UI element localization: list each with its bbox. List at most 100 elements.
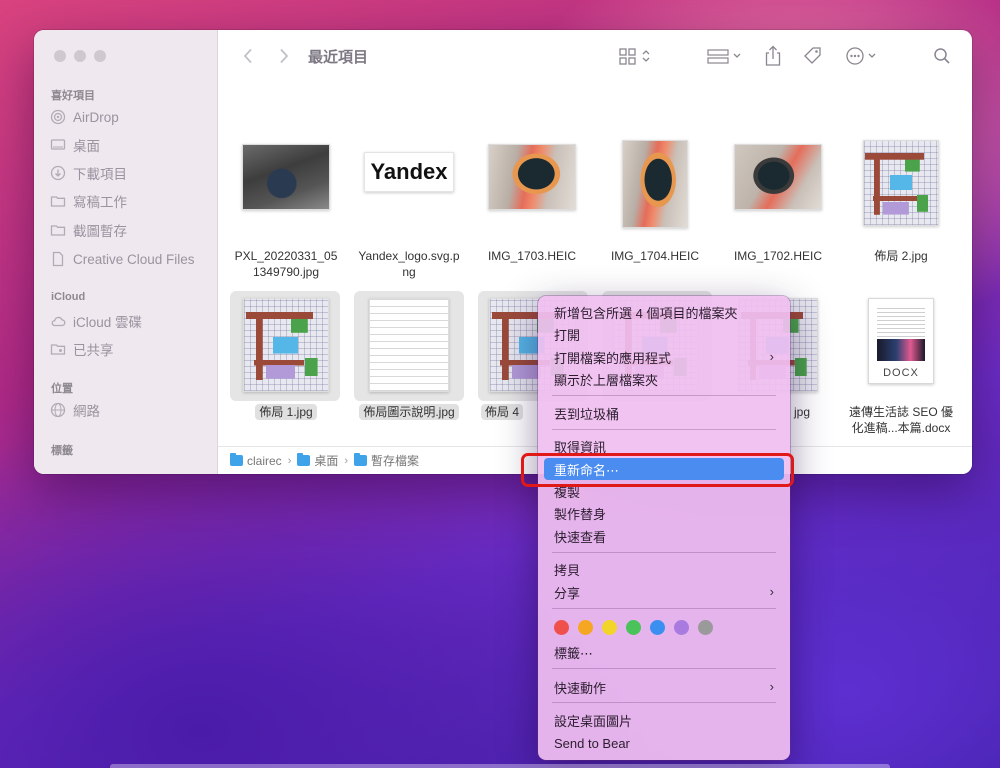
path-segment[interactable]: 桌面 <box>297 452 338 469</box>
back-button[interactable] <box>240 45 256 67</box>
file-thumbnail <box>243 298 329 392</box>
tag-icon <box>804 47 821 64</box>
sidebar-item-label: 截圖暫存 <box>73 224 127 239</box>
desktop-icon <box>50 139 66 150</box>
sidebar-item-label: AirDrop <box>73 109 119 125</box>
more-actions-button[interactable] <box>844 45 884 67</box>
sidebar-item-network[interactable]: 網路 <box>50 398 210 422</box>
file-item[interactable]: IMG_1702.HEIC <box>722 144 834 284</box>
minimize-button[interactable] <box>74 50 86 62</box>
file-item[interactable]: Yandex Yandex_logo.svg.p ng <box>353 144 465 284</box>
menu-item-open-with[interactable]: 打開檔案的應用程式 › <box>544 346 784 368</box>
chevron-right-icon <box>280 48 289 64</box>
sidebar-item-shared[interactable]: 已共享 <box>50 337 210 361</box>
file-thumbnail <box>488 144 576 210</box>
file-item[interactable]: IMG_1704.HEIC <box>599 140 711 284</box>
menu-item-share[interactable]: 分享 › <box>544 581 784 603</box>
file-name: PXL_20220331_05 1349790.jpg <box>234 249 338 279</box>
cloud-icon <box>51 316 66 327</box>
menu-item-new-folder-with-selection[interactable]: 新增包含所選 4 個項目的檔案夾 <box>544 301 784 323</box>
file-item[interactable]: PXL_20220331_05 1349790.jpg <box>230 144 342 284</box>
menu-separator <box>552 552 776 553</box>
tag-purple-dot[interactable] <box>674 620 689 635</box>
tag-gray-dot[interactable] <box>698 620 713 635</box>
menu-separator <box>552 668 776 669</box>
close-button[interactable] <box>54 50 66 62</box>
forward-button[interactable] <box>276 45 292 67</box>
dock-edge <box>110 764 890 768</box>
sidebar-section-locations: 位置 <box>51 383 73 395</box>
file-name: IMG_1704.HEIC <box>610 249 700 263</box>
annotation-highlight-box <box>521 453 794 487</box>
file-item[interactable]: IMG_1703.HEIC <box>476 144 588 284</box>
zoom-button[interactable] <box>94 50 106 62</box>
tag-blue-dot[interactable] <box>650 620 665 635</box>
group-icon <box>707 49 741 64</box>
tag-orange-dot[interactable] <box>578 620 593 635</box>
sidebar-item-desktop[interactable]: 桌面 <box>50 133 210 157</box>
path-segment[interactable]: 暫存檔案 <box>354 452 419 469</box>
folder-icon <box>50 225 66 236</box>
chevron-right-icon: › <box>769 584 774 599</box>
download-icon <box>50 165 66 181</box>
file-name: Yandex_logo.svg.p ng <box>358 249 460 279</box>
tag-green-dot[interactable] <box>626 620 641 635</box>
menu-item-make-alias[interactable]: 製作替身 <box>544 502 784 524</box>
view-mode-button[interactable] <box>616 45 656 67</box>
file-thumbnail: Yandex <box>364 152 454 192</box>
file-item[interactable]: 佈局 2.jpg <box>845 140 957 284</box>
sidebar-section-tags: 標籤 <box>51 445 73 457</box>
sidebar-item-creative-cloud[interactable]: Creative Cloud Files <box>50 247 210 271</box>
context-menu: 新增包含所選 4 個項目的檔案夾 打開 打開檔案的應用程式 › 顯示於上層檔案夾 … <box>538 296 790 760</box>
menu-item-tags[interactable]: 標籤⋯ <box>544 641 784 663</box>
chevron-left-icon <box>243 48 252 64</box>
sidebar-item-writing[interactable]: 寫稿工作 <box>50 189 210 213</box>
search-icon <box>934 48 950 64</box>
file-thumbnail <box>242 144 330 210</box>
menu-item-set-desktop-picture[interactable]: 設定桌面圖片 <box>544 709 784 731</box>
menu-item-copy[interactable]: 拷貝 <box>544 558 784 580</box>
sidebar-item-label: 桌面 <box>73 139 100 154</box>
menu-separator <box>552 395 776 396</box>
file-item[interactable]: DOCX 遠傳生活誌 SEO 優化進稿...本篇.docx <box>845 298 957 435</box>
share-button[interactable] <box>762 45 784 67</box>
window-controls <box>54 50 106 62</box>
group-button[interactable] <box>704 45 748 67</box>
file-name: 佈局 2.jpg <box>874 249 928 263</box>
yandex-logo: Yandex <box>370 159 448 184</box>
file-name: 佈局 1.jpg <box>226 404 346 420</box>
tag-color-picker <box>554 620 713 635</box>
sidebar: 喜好項目 AirDrop 桌面 下載項目 寫稿工作 截圖暫存 Creative … <box>34 30 218 474</box>
shared-folder-icon <box>50 344 66 355</box>
file-thumbnail <box>863 140 939 226</box>
file-item[interactable]: 佈局 1.jpg <box>230 298 342 428</box>
sidebar-item-screenshots[interactable]: 截圖暫存 <box>50 218 210 242</box>
sidebar-section-favorites: 喜好項目 <box>51 90 95 102</box>
path-segment[interactable]: clairec <box>230 453 282 468</box>
tag-yellow-dot[interactable] <box>602 620 617 635</box>
folder-icon <box>354 453 368 466</box>
menu-item-move-to-trash[interactable]: 丟到垃圾桶 <box>544 402 784 424</box>
docx-badge: DOCX <box>883 367 919 379</box>
menu-item-open[interactable]: 打開 <box>544 323 784 345</box>
tag-red-dot[interactable] <box>554 620 569 635</box>
sidebar-item-icloud-drive[interactable]: iCloud 雲碟 <box>50 309 210 333</box>
chevron-right-icon: › <box>769 679 774 694</box>
globe-icon <box>50 402 66 418</box>
file-name: IMG_1703.HEIC <box>487 249 577 263</box>
menu-item-quick-actions[interactable]: 快速動作 › <box>544 676 784 698</box>
airdrop-icon <box>50 109 66 125</box>
tag-button[interactable] <box>802 45 824 67</box>
sidebar-section-icloud: iCloud <box>51 291 86 303</box>
sidebar-item-label: 網路 <box>73 404 100 419</box>
menu-item-quick-look[interactable]: 快速查看 <box>544 525 784 547</box>
sidebar-item-downloads[interactable]: 下載項目 <box>50 161 210 185</box>
menu-item-show-in-enclosing-folder[interactable]: 顯示於上層檔案夾 <box>544 368 784 390</box>
sidebar-item-label: 下載項目 <box>73 167 127 182</box>
home-folder-icon <box>230 453 243 466</box>
menu-item-send-to-bear[interactable]: Send to Bear <box>544 732 784 754</box>
sidebar-item-airdrop[interactable]: AirDrop <box>50 105 210 129</box>
file-thumbnail: DOCX <box>868 298 934 384</box>
search-button[interactable] <box>932 45 952 67</box>
sidebar-item-label: Creative Cloud Files <box>73 251 195 267</box>
